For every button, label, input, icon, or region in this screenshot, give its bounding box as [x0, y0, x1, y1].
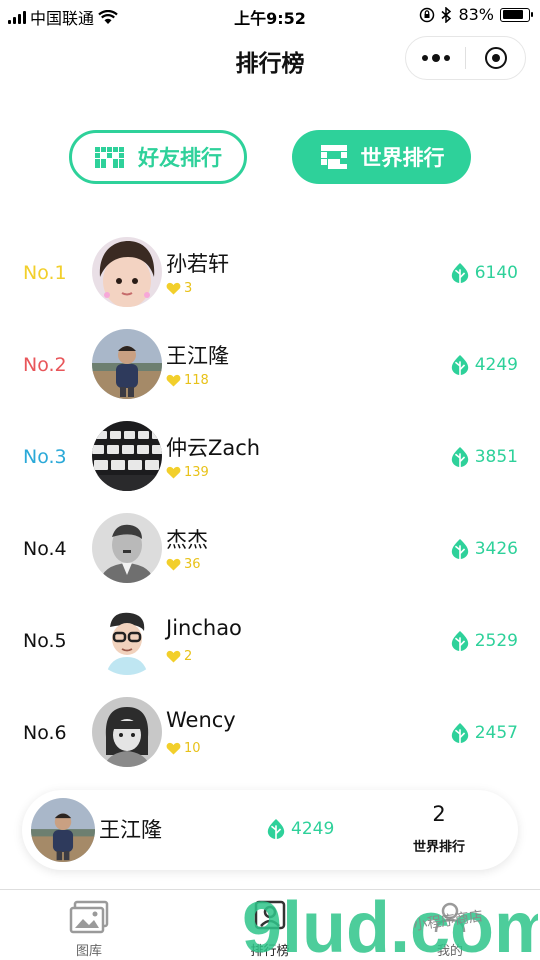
friends-pixel-icon: [95, 147, 124, 168]
leaf-icon: [450, 538, 470, 560]
tabbar-item-leaderboard[interactable]: 排行榜: [230, 900, 310, 959]
avatar: [92, 421, 162, 491]
rank-number: No.6: [23, 722, 67, 744]
tab-world-ranking[interactable]: 世界排行: [292, 130, 471, 184]
user-name: 仲云Zach: [166, 436, 261, 460]
tabbar-item-profile[interactable]: 我的: [410, 900, 490, 959]
likes-count: 2: [184, 649, 193, 664]
user-name: Jinchao: [166, 616, 242, 640]
likes-count: 3: [184, 281, 193, 296]
leaf-icon: [266, 818, 286, 840]
score-value: 2529: [474, 631, 518, 651]
target-icon: [484, 47, 507, 69]
avatar: [92, 513, 162, 583]
likes: 36: [166, 557, 201, 572]
leaf-icon: [450, 446, 470, 468]
more-button[interactable]: [406, 37, 465, 79]
rank-number: No.1: [23, 262, 67, 284]
battery-fill: [502, 10, 524, 19]
ranking-row[interactable]: No.1 孙若轩 3 6140: [0, 226, 540, 318]
rank-number: No.3: [23, 446, 67, 468]
user-name: Wency: [166, 708, 236, 732]
leaderboard-icon: [254, 900, 286, 930]
status-bar: 中国联通 上午9:52 83%: [0, 0, 540, 30]
user-name: 王江隆: [166, 344, 229, 368]
avatar: [92, 605, 162, 675]
world-pixel-icon: [320, 145, 347, 169]
avatar: [92, 329, 162, 399]
user-name: 孙若轩: [166, 252, 229, 276]
likes-count: 10: [184, 741, 201, 756]
score-value: 2457: [474, 723, 518, 743]
user-name: 杰杰: [166, 528, 208, 552]
score: 2457: [450, 722, 518, 744]
heart-icon: [166, 282, 181, 295]
tabbar-label: 我的: [436, 944, 463, 959]
mini-program-capsule: [405, 36, 526, 80]
tab-friends-ranking[interactable]: 好友排行: [69, 130, 247, 184]
likes: 118: [166, 373, 209, 388]
my-rank-label: 世界排行: [412, 840, 465, 855]
score: 3851: [450, 446, 518, 468]
leaf-icon: [450, 722, 470, 744]
heart-icon: [166, 374, 181, 387]
heart-icon: [166, 466, 181, 479]
more-dot-icon: [431, 54, 440, 62]
score: 2529: [450, 630, 518, 652]
likes-count: 118: [184, 373, 209, 388]
bluetooth-icon: [441, 6, 452, 23]
avatar: [92, 697, 162, 767]
likes-count: 36: [184, 557, 201, 572]
tabbar-item-gallery[interactable]: 图库: [49, 900, 129, 959]
rank-number: No.5: [23, 630, 67, 652]
likes: 2: [166, 649, 192, 664]
my-name: 王江隆: [99, 818, 162, 842]
close-mini-program-button[interactable]: [466, 37, 525, 79]
status-right: 83%: [419, 5, 533, 24]
score: 4249: [450, 354, 518, 376]
my-avatar: [31, 798, 95, 862]
ranking-row[interactable]: No.2 王江隆 118 4249: [0, 318, 540, 410]
score-value: 3426: [474, 539, 518, 559]
score-value: 3851: [474, 447, 518, 467]
leaf-icon: [450, 354, 470, 376]
my-rank-card[interactable]: 王江隆 4249 2 世界排行: [22, 790, 518, 870]
bottom-tab-bar: 图库 排行榜 我的: [0, 889, 540, 960]
heart-icon: [166, 558, 181, 571]
likes: 10: [166, 741, 201, 756]
ranking-list: No.1 孙若轩 3 6140 No.2 王江隆 118 4249 No.3 仲…: [0, 226, 540, 778]
heart-icon: [166, 650, 181, 663]
tab-world-label: 世界排行: [360, 146, 445, 170]
likes: 3: [166, 281, 192, 296]
gallery-icon: [69, 900, 109, 934]
battery-percent: 83%: [458, 5, 494, 24]
score: 6140: [450, 262, 518, 284]
battery-icon: [500, 7, 533, 22]
my-score: 4249: [266, 818, 334, 840]
tab-friends-label: 好友排行: [138, 146, 222, 170]
heart-icon: [166, 742, 181, 755]
ranking-row[interactable]: No.4 杰杰 36 3426: [0, 502, 540, 594]
orientation-lock-icon: [420, 7, 435, 22]
tabbar-label: 图库: [75, 944, 102, 959]
rank-number: No.4: [23, 538, 67, 560]
ranking-row[interactable]: No.6 Wency 10 2457: [0, 686, 540, 778]
profile-icon: [434, 902, 466, 933]
more-dot-icon: [421, 55, 428, 61]
score-value: 6140: [474, 263, 518, 283]
my-score-value: 4249: [291, 819, 335, 839]
likes-count: 139: [184, 465, 209, 480]
my-rank-number: 2: [432, 802, 446, 826]
more-dot-icon: [443, 55, 450, 61]
score: 3426: [450, 538, 518, 560]
ranking-row[interactable]: No.5 Jinchao 2 2529: [0, 594, 540, 686]
leaf-icon: [450, 630, 470, 652]
tabbar-label: 排行榜: [250, 944, 290, 959]
score-value: 4249: [474, 355, 518, 375]
leaf-icon: [450, 262, 470, 284]
ranking-row[interactable]: No.3 仲云Zach 139 3851: [0, 410, 540, 502]
likes: 139: [166, 465, 209, 480]
rank-number: No.2: [23, 354, 67, 376]
avatar: [92, 237, 162, 307]
